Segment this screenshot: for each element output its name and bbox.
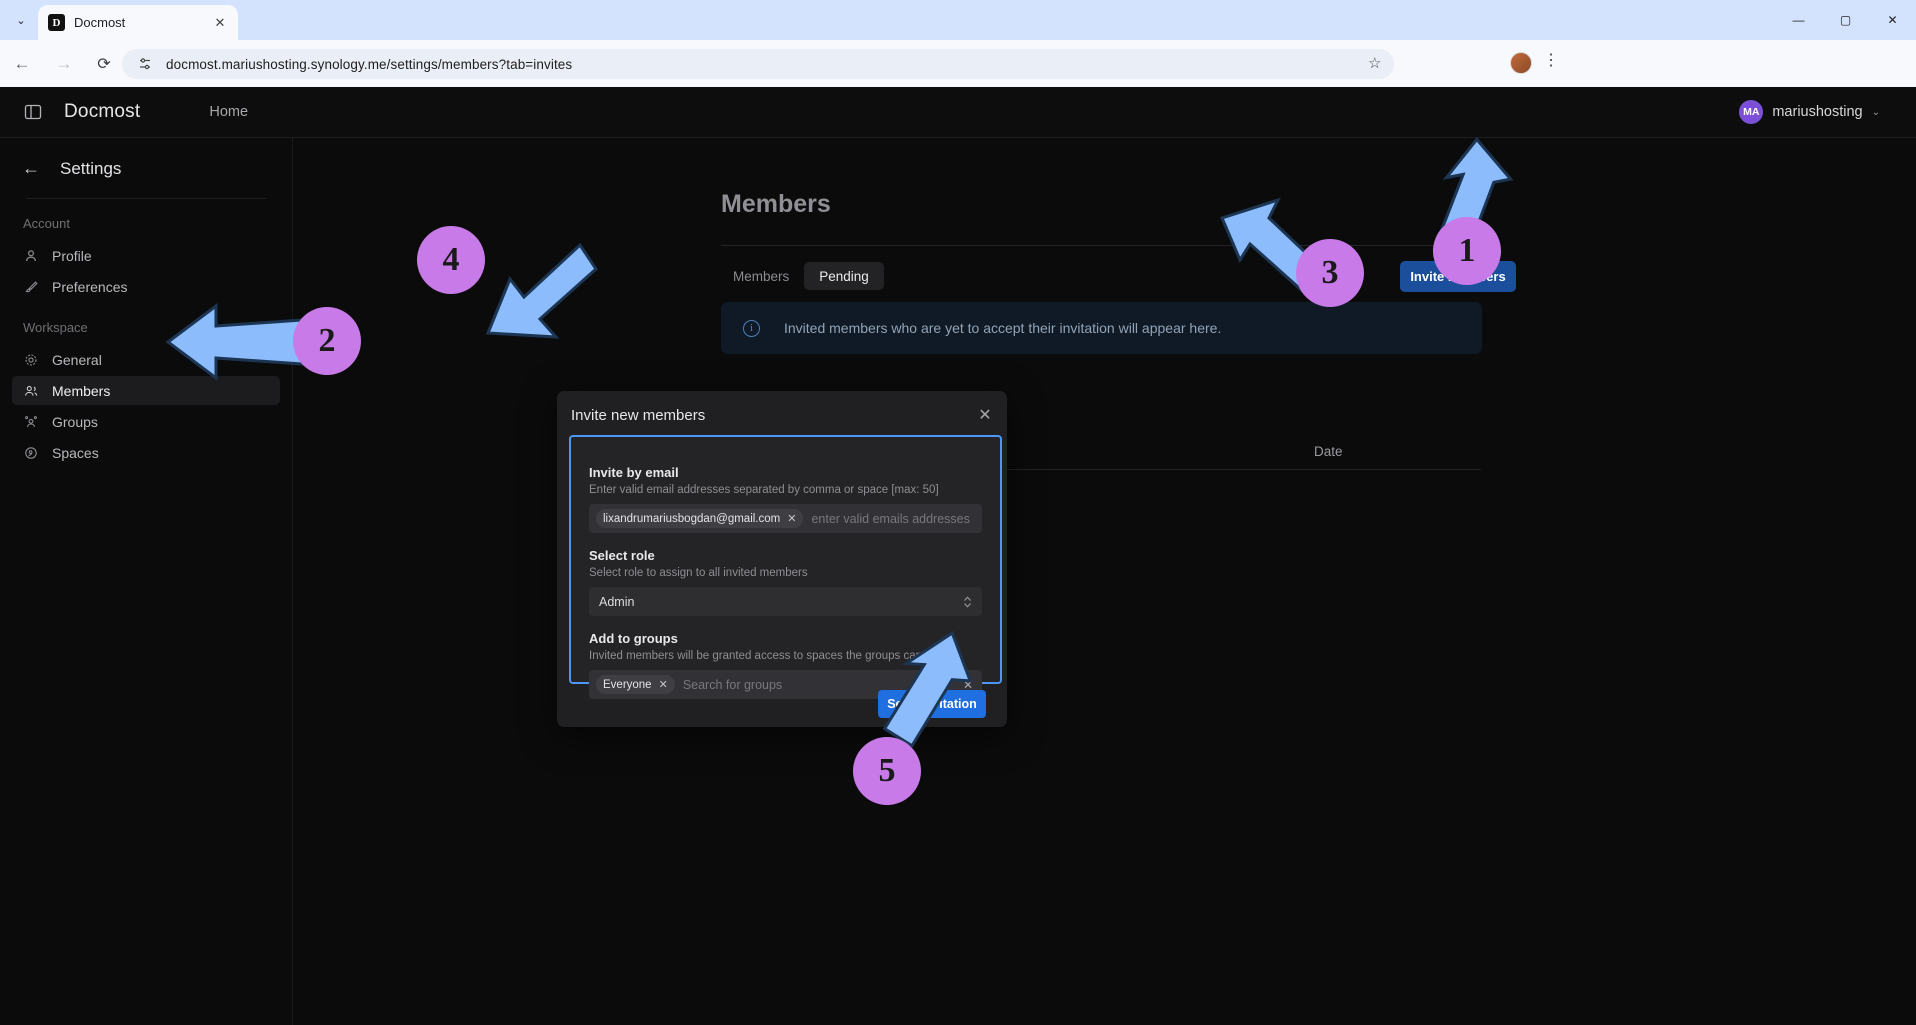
annotation-badge-2: 2 [293, 307, 361, 375]
info-icon: i [743, 319, 760, 337]
reload-icon[interactable]: ⟳ [90, 50, 118, 78]
settings-sidebar: ← Settings Account Profile Preferences W… [0, 138, 293, 1025]
window-minimize-button[interactable]: — [1775, 0, 1822, 40]
email-input[interactable]: lixandrumariusbogdan@gmail.com ✕ enter v… [589, 504, 982, 533]
annotation-badge-5: 5 [853, 737, 921, 805]
url-text: docmost.mariushosting.synology.me/settin… [166, 56, 573, 72]
modal-title: Invite new members [571, 406, 706, 424]
docmost-favicon-icon: D [48, 14, 65, 31]
close-icon[interactable]: ✕ [976, 405, 994, 425]
sidebar-item-label: Members [52, 382, 111, 399]
email-pill: lixandrumariusbogdan@gmail.com ✕ [596, 509, 804, 528]
browser-tabstrip: ⌄ D Docmost ✕ — ▢ ✕ [0, 0, 1916, 40]
remove-email-icon[interactable]: ✕ [787, 512, 796, 525]
groups-input-placeholder: Search for groups [682, 677, 783, 692]
arrow-5 [882, 630, 973, 748]
users-icon [23, 383, 39, 399]
brush-icon [23, 279, 39, 295]
browser-toolbar: ← → ⟳ docmost.mariushosting.synology.me/… [0, 40, 1916, 87]
app-brand[interactable]: Docmost [64, 101, 140, 123]
back-arrow-icon[interactable]: ← [22, 158, 40, 179]
window-maximize-button[interactable]: ▢ [1822, 0, 1869, 40]
sidebar-item-label: Preferences [52, 278, 128, 295]
sidebar-item-spaces[interactable]: Spaces [12, 438, 280, 467]
app-header: Docmost Home MA mariushosting ⌄ [0, 87, 1916, 138]
window-close-button[interactable]: ✕ [1869, 0, 1916, 40]
spaces-icon [23, 445, 39, 461]
email-input-placeholder: enter valid emails addresses [811, 511, 970, 526]
user-name: mariushosting [1772, 104, 1863, 120]
tab-close-icon[interactable]: ✕ [212, 15, 228, 31]
arrow-2 [165, 303, 304, 381]
user-icon [23, 248, 39, 264]
invite-by-email-field: Invite by email Enter valid email addres… [589, 465, 982, 533]
group-pill-label: Everyone [603, 678, 652, 691]
user-menu[interactable]: MA mariushosting ⌄ [1739, 100, 1880, 124]
role-select[interactable]: Admin [589, 587, 982, 616]
select-role-label: Select role [589, 548, 655, 563]
members-tablist: Members Pending [718, 262, 884, 290]
arrow-4 [485, 242, 598, 339]
tab-pending[interactable]: Pending [804, 262, 884, 290]
forward-icon[interactable]: → [50, 50, 78, 78]
sidebar-item-label: General [52, 351, 102, 368]
info-banner: i Invited members who are yet to accept … [721, 302, 1482, 354]
remove-group-icon[interactable]: ✕ [659, 678, 668, 691]
annotation-badge-1: 1 [1433, 217, 1501, 285]
role-select-value: Admin [599, 594, 635, 609]
sidebar-group-account: Account [23, 216, 70, 231]
sidebar-item-label: Profile [52, 247, 92, 264]
invite-by-email-hint: Enter valid email addresses separated by… [589, 484, 939, 496]
window-controls: — ▢ ✕ [1775, 0, 1916, 40]
modal-header: Invite new members ✕ [557, 391, 1007, 439]
gear-icon [23, 352, 39, 368]
sidebar-item-profile[interactable]: Profile [12, 241, 280, 270]
page-title: Members [721, 190, 831, 218]
browser-tab-title: Docmost [74, 15, 126, 30]
bookmark-star-icon[interactable]: ☆ [1368, 54, 1381, 72]
select-role-field: Select role Select role to assign to all… [589, 548, 982, 616]
tab-search-chevron-icon[interactable]: ⌄ [6, 6, 36, 34]
nav-home-link[interactable]: Home [209, 104, 248, 120]
group-pill: Everyone ✕ [596, 675, 675, 694]
chevron-down-icon: ⌄ [1871, 106, 1880, 118]
site-settings-icon[interactable] [136, 55, 154, 73]
address-bar[interactable]: docmost.mariushosting.synology.me/settin… [122, 49, 1394, 79]
email-pill-label: lixandrumariusbogdan@gmail.com [603, 512, 781, 525]
back-icon[interactable]: ← [8, 50, 36, 78]
info-banner-text: Invited members who are yet to accept th… [784, 320, 1222, 336]
sidebar-item-groups[interactable]: Groups [12, 407, 280, 436]
docmost-app: Docmost Home MA mariushosting ⌄ ← Settin… [0, 87, 1916, 1025]
browser-profile-avatar[interactable] [1510, 52, 1532, 74]
sidebar-item-label: Spaces [52, 444, 99, 461]
title-divider [721, 245, 1481, 246]
annotation-badge-3: 3 [1296, 239, 1364, 307]
tab-members[interactable]: Members [718, 262, 804, 290]
annotation-badge-4: 4 [417, 226, 485, 294]
sidebar-item-label: Groups [52, 413, 98, 430]
avatar: MA [1739, 100, 1764, 124]
table-header-date: Date [1314, 444, 1343, 459]
invite-by-email-label: Invite by email [589, 465, 679, 480]
browser-tab[interactable]: D Docmost ✕ [38, 5, 238, 40]
chevron-updown-icon [963, 595, 972, 609]
settings-title: Settings [60, 158, 122, 178]
sidebar-toggle-icon[interactable] [22, 101, 44, 123]
select-role-hint: Select role to assign to all invited mem… [589, 567, 808, 579]
sidebar-item-preferences[interactable]: Preferences [12, 272, 280, 301]
group-icon [23, 414, 39, 430]
settings-header: ← Settings [0, 138, 292, 179]
browser-menu-icon[interactable]: ⋮ [1543, 53, 1559, 69]
